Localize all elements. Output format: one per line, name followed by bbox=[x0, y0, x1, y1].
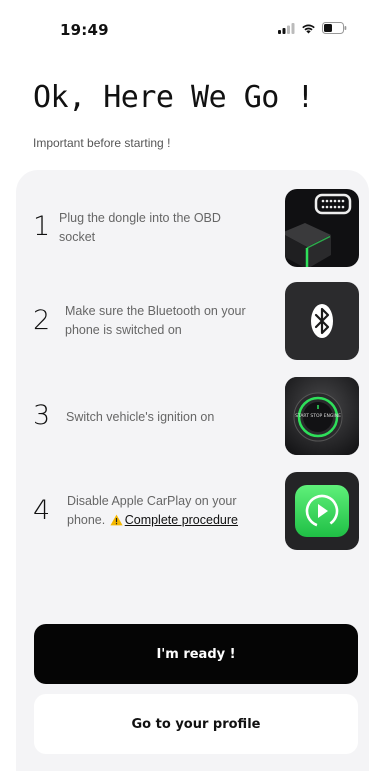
battery-icon bbox=[322, 22, 347, 34]
wifi-icon bbox=[301, 23, 316, 34]
step-2: 2 Make sure the Bluetooth on your phone … bbox=[16, 282, 369, 362]
step-number: 3 bbox=[33, 400, 51, 431]
status-bar: 19:49 bbox=[0, 0, 369, 52]
step-4: 4 Disable Apple CarPlay on your phone. C… bbox=[16, 472, 369, 552]
ignition-label: START STOP ENGINE bbox=[295, 413, 341, 419]
complete-procedure-link[interactable]: Complete procedure bbox=[125, 513, 238, 527]
page-subtitle: Important before starting ! bbox=[33, 136, 171, 150]
step-number: 4 bbox=[33, 495, 51, 526]
go-to-profile-button[interactable]: Go to your profile bbox=[34, 694, 358, 754]
status-time: 19:49 bbox=[60, 21, 109, 39]
signal-icon bbox=[278, 22, 295, 34]
step-3: 3 Switch vehicle's ignition on START STO… bbox=[16, 377, 369, 457]
ignition-button-image: START STOP ENGINE bbox=[285, 377, 359, 455]
bluetooth-image bbox=[285, 282, 359, 360]
status-icons bbox=[278, 22, 347, 34]
im-ready-button[interactable]: I'm ready ! bbox=[34, 624, 358, 684]
step-number: 1 bbox=[33, 211, 51, 242]
step-1: 1 Plug the dongle into the OBD socket bbox=[16, 189, 369, 269]
step-text: Make sure the Bluetooth on your phone is… bbox=[65, 304, 246, 337]
warning-icon bbox=[110, 513, 123, 532]
page-title: Ok, Here We Go ! bbox=[33, 80, 314, 115]
step-text: Switch vehicle's ignition on bbox=[66, 410, 215, 424]
step-text: Disable Apple CarPlay on your phone. Com… bbox=[67, 492, 267, 532]
step-number: 2 bbox=[33, 305, 51, 336]
step-text: Plug the dongle into the OBD socket bbox=[59, 211, 221, 244]
carplay-image bbox=[285, 472, 359, 550]
obd-dongle-image bbox=[285, 189, 359, 267]
